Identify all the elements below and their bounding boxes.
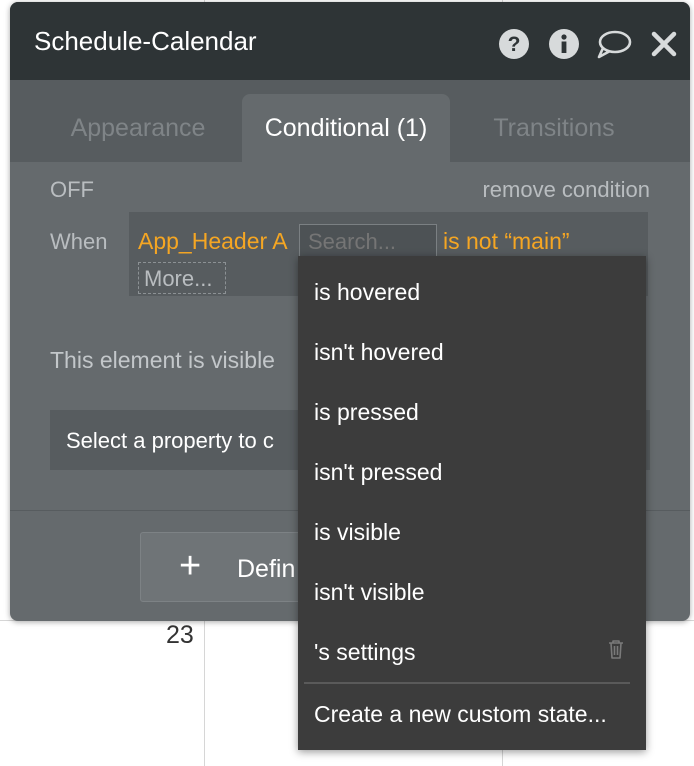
help-icon[interactable]: ? <box>498 28 530 60</box>
dropdown-separator <box>304 682 630 684</box>
option-isnt-visible[interactable]: isn't visible <box>298 564 646 620</box>
calendar-day-number: 23 <box>166 621 194 649</box>
remove-condition-link[interactable]: remove condition <box>482 177 650 203</box>
option-isnt-hovered[interactable]: isn't hovered <box>298 324 646 380</box>
option-settings[interactable]: 's settings <box>298 624 646 680</box>
define-button-label: Defin <box>237 555 296 583</box>
expression-operator[interactable]: is not “main” <box>443 228 570 255</box>
tab-conditional[interactable]: Conditional (1) <box>242 94 450 162</box>
panel-title: Schedule-Calendar <box>34 26 257 56</box>
tab-transitions[interactable]: Transitions <box>470 94 638 162</box>
option-is-visible[interactable]: is visible <box>298 504 646 560</box>
trash-icon[interactable] <box>606 638 626 660</box>
svg-text:?: ? <box>508 33 521 56</box>
tab-appearance[interactable]: Appearance <box>50 94 226 162</box>
option-is-hovered[interactable]: is hovered <box>298 264 646 320</box>
expression-source[interactable]: App_Header A <box>138 228 288 255</box>
close-icon[interactable] <box>650 28 678 60</box>
visible-description: This element is visible <box>50 347 275 373</box>
when-label: When <box>50 229 108 254</box>
expression-search-input[interactable] <box>299 224 437 260</box>
info-icon[interactable] <box>548 28 580 60</box>
option-isnt-pressed[interactable]: isn't pressed <box>298 444 646 500</box>
condition-state-label: OFF <box>50 177 94 202</box>
title-bar: Schedule-Calendar ? <box>10 2 690 80</box>
state-options-dropdown: is hovered isn't hovered is pressed isn'… <box>298 256 646 750</box>
plus-icon: + <box>179 545 202 587</box>
more-button[interactable]: More... <box>138 262 226 294</box>
create-custom-state-option[interactable]: Create a new custom state... <box>298 686 646 742</box>
option-is-pressed[interactable]: is pressed <box>298 384 646 440</box>
comment-icon[interactable] <box>596 28 632 60</box>
